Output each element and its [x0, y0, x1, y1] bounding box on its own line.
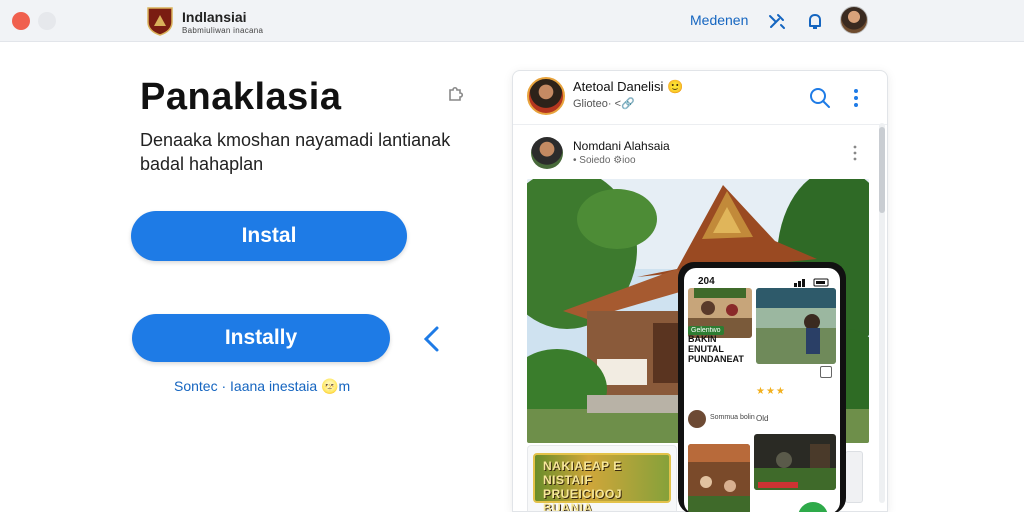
comment-count: Old [756, 414, 769, 423]
side-card[interactable] [845, 451, 863, 503]
post-author-avatar[interactable] [531, 137, 563, 169]
bell-icon[interactable] [804, 10, 826, 32]
phone-screen: 204 Gelentwo BAKIN ENUTAL PUNDANEAT ★★★ … [684, 268, 840, 512]
search-icon[interactable] [809, 87, 831, 109]
shield-logo-icon [147, 7, 173, 36]
rating-stars: ★★★ [756, 386, 786, 397]
window-control-button[interactable] [38, 12, 56, 30]
install-secondary-button[interactable]: Instally [132, 314, 390, 362]
status-icons [794, 278, 829, 287]
promo-banner-text: NAKIAEAP E NISTAIF PRUEICIOOJ BUANIA [543, 459, 623, 512]
post-more-icon[interactable] [853, 145, 857, 161]
more-vertical-icon[interactable] [853, 88, 859, 108]
page-title: Panaklasia [140, 76, 342, 118]
chevron-left-icon[interactable] [420, 324, 442, 354]
close-window-button[interactable] [12, 12, 30, 30]
comment-name: Sommua bolin [710, 414, 755, 421]
brand-tagline: Babmiuliwan inacana [182, 26, 264, 35]
tools-icon[interactable] [766, 10, 788, 32]
top-bar: Indlansiai Babmiuliwan inacana Medenen [0, 0, 1024, 42]
thumbnail-scene[interactable] [754, 434, 836, 490]
scrollbar-thumb[interactable] [879, 127, 885, 213]
page-description: Denaaka kmoshan nayamadi lantianak badal… [140, 130, 451, 174]
account-avatar[interactable] [527, 77, 565, 115]
phone-time: 204 [698, 276, 715, 287]
footnote-link[interactable]: Sontec · Iaana inestaia 🌝m [174, 378, 350, 395]
user-avatar[interactable] [840, 6, 868, 34]
add-fab-button[interactable] [798, 502, 828, 512]
phone-preview: 204 Gelentwo BAKIN ENUTAL PUNDANEAT ★★★ … [678, 262, 846, 512]
account-name[interactable]: Atetoal Danelisi 🙂 [573, 79, 683, 95]
extension-icon[interactable] [444, 82, 468, 106]
account-handle: Glioteo· <🔗 [573, 98, 635, 110]
thumbnail-title[interactable]: BAKIN ENUTAL PUNDANEAT [688, 334, 752, 364]
thumbnail-vendor[interactable] [756, 288, 836, 364]
install-button[interactable]: Instal [131, 211, 407, 261]
app-header [513, 71, 887, 125]
nav-link[interactable]: Medenen [690, 12, 748, 28]
brand-name[interactable]: Indlansiai [182, 9, 247, 25]
post-meta: • Soiedo ⚙ioo [573, 155, 636, 166]
thumbnail-dancers[interactable] [688, 444, 750, 512]
chat-icon[interactable] [820, 366, 832, 378]
post-author-name[interactable]: Nomdani Alahsaia [573, 139, 670, 153]
comment-avatar[interactable] [688, 410, 706, 428]
